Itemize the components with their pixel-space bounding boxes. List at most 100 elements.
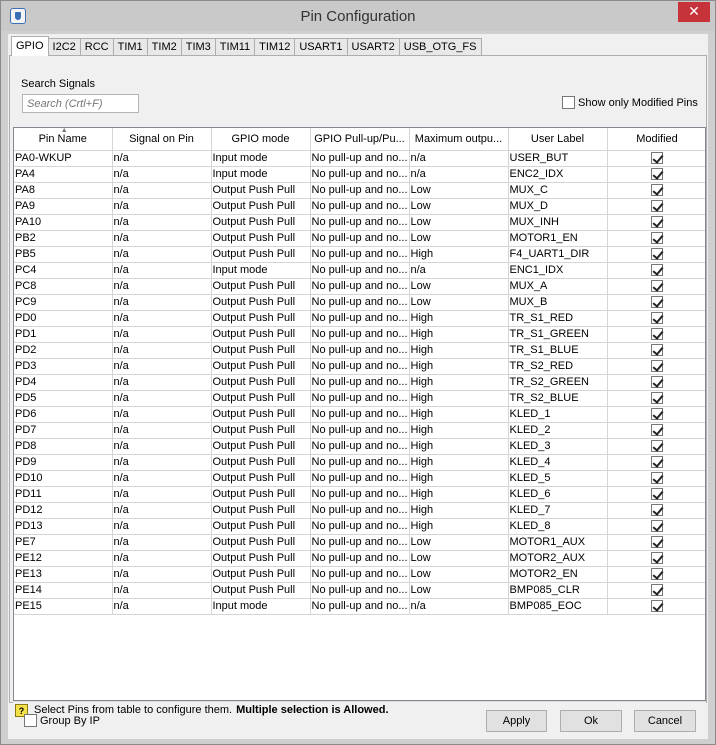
table-row[interactable]: PA0-WKUP n/a Input mode No pull-up and no..… xyxy=(14,150,705,167)
modified-cell xyxy=(607,598,705,615)
table-cell: Low xyxy=(409,230,509,247)
table-cell: TR_S2_BLUE xyxy=(508,390,608,407)
table-row[interactable]: PA10 n/a Output Push Pull No pull-up and no… xyxy=(14,214,705,231)
table-row[interactable]: PD6 n/a Output Push Pull No pull-up and no.… xyxy=(14,406,705,423)
table-cell: n/a xyxy=(112,454,212,471)
table-row[interactable]: PD10 n/a Output Push Pull No pull-up and no… xyxy=(14,470,705,487)
column-header[interactable]: GPIO Pull-up/Pu... xyxy=(310,128,410,151)
tab-usart1[interactable]: USART1 xyxy=(294,38,348,56)
show-modified-toggle[interactable]: Show only Modified Pins xyxy=(562,96,698,109)
group-by-ip-toggle[interactable]: Group By IP xyxy=(24,714,100,727)
tab-tim12[interactable]: TIM12 xyxy=(254,38,296,56)
group-by-ip-checkbox[interactable] xyxy=(24,714,37,727)
table-row[interactable]: PD11 n/a Output Push Pull No pull-up and no… xyxy=(14,486,705,503)
close-button[interactable]: ✕ xyxy=(678,2,710,22)
table-row[interactable]: PE14 n/a Output Push Pull No pull-up and no… xyxy=(14,582,705,599)
table-cell: Output Push Pull xyxy=(211,582,311,599)
apply-button[interactable]: Apply xyxy=(486,710,547,732)
modified-cell xyxy=(607,582,705,599)
table-cell: Low xyxy=(409,182,509,199)
table-row[interactable]: PC8 n/a Output Push Pull No pull-up and no.… xyxy=(14,278,705,295)
modified-cell xyxy=(607,182,705,199)
tab-tim1[interactable]: TIM1 xyxy=(112,38,148,56)
table-cell: No pull-up and no... xyxy=(310,534,410,551)
table-row[interactable]: PA9 n/a Output Push Pull No pull-up and no.… xyxy=(14,198,705,215)
table-cell: Input mode xyxy=(211,598,311,615)
tab-gpio[interactable]: GPIO xyxy=(11,36,49,56)
table-cell: High xyxy=(409,422,509,439)
tab-tim2[interactable]: TIM2 xyxy=(146,38,182,56)
table-cell: No pull-up and no... xyxy=(310,278,410,295)
column-header[interactable]: User Label xyxy=(508,128,608,151)
column-header[interactable]: Maximum outpu... xyxy=(409,128,509,151)
tab-i2c2[interactable]: I2C2 xyxy=(47,38,81,56)
cancel-button[interactable]: Cancel xyxy=(634,710,696,732)
table-row[interactable]: PD12 n/a Output Push Pull No pull-up and no… xyxy=(14,502,705,519)
table-row[interactable]: PA8 n/a Output Push Pull No pull-up and no.… xyxy=(14,182,705,199)
table-cell: No pull-up and no... xyxy=(310,566,410,583)
table-row[interactable]: PD3 n/a Output Push Pull No pull-up and no.… xyxy=(14,358,705,375)
table-row[interactable]: PD4 n/a Output Push Pull No pull-up and no.… xyxy=(14,374,705,391)
table-cell: MOTOR2_AUX xyxy=(508,550,608,567)
table-row[interactable]: PE13 n/a Output Push Pull No pull-up and no… xyxy=(14,566,705,583)
table-cell: PA8 xyxy=(14,182,113,199)
table-cell: PB5 xyxy=(14,246,113,263)
table-row[interactable]: PD7 n/a Output Push Pull No pull-up and no.… xyxy=(14,422,705,439)
table-cell: n/a xyxy=(112,502,212,519)
table-row[interactable]: PD1 n/a Output Push Pull No pull-up and no.… xyxy=(14,326,705,343)
table-cell: No pull-up and no... xyxy=(310,550,410,567)
modified-cell xyxy=(607,150,705,167)
table-row[interactable]: PD5 n/a Output Push Pull No pull-up and no.… xyxy=(14,390,705,407)
table-row[interactable]: PE12 n/a Output Push Pull No pull-up and no… xyxy=(14,550,705,567)
table-row[interactable]: PD0 n/a Output Push Pull No pull-up and no.… xyxy=(14,310,705,327)
table-cell: n/a xyxy=(409,166,509,183)
table-cell: Output Push Pull xyxy=(211,454,311,471)
table-row[interactable]: PD13 n/a Output Push Pull No pull-up and no… xyxy=(14,518,705,535)
modified-cell xyxy=(607,534,705,551)
table-row[interactable]: PE15 n/a Input mode No pull-up and no... n/a… xyxy=(14,598,705,615)
table-cell: Output Push Pull xyxy=(211,230,311,247)
table-cell: Output Push Pull xyxy=(211,198,311,215)
table-row[interactable]: PC9 n/a Output Push Pull No pull-up and no.… xyxy=(14,294,705,311)
table-row[interactable]: PD9 n/a Output Push Pull No pull-up and no.… xyxy=(14,454,705,471)
table-cell: No pull-up and no... xyxy=(310,406,410,423)
modified-cell xyxy=(607,486,705,503)
tab-rcc[interactable]: RCC xyxy=(79,38,114,56)
column-header-label: GPIO mode xyxy=(231,132,290,145)
tab-usb-otg-fs[interactable]: USB_OTG_FS xyxy=(398,38,482,56)
column-header[interactable]: Signal on Pin xyxy=(112,128,212,151)
table-cell: PA10 xyxy=(14,214,113,231)
search-input[interactable] xyxy=(22,94,139,113)
table-cell: PE7 xyxy=(14,534,113,551)
column-header-label: Maximum outpu... xyxy=(414,132,503,145)
show-modified-checkbox[interactable] xyxy=(562,96,575,109)
column-header[interactable]: Pin Name ▲ xyxy=(14,128,113,151)
table-row[interactable]: PE7 n/a Output Push Pull No pull-up and no.… xyxy=(14,534,705,551)
table-cell: MUX_B xyxy=(508,294,608,311)
title-bar[interactable]: Pin Configuration ✕ xyxy=(1,1,715,31)
table-cell: High xyxy=(409,486,509,503)
table-cell: n/a xyxy=(112,342,212,359)
table-row[interactable]: PD8 n/a Output Push Pull No pull-up and no.… xyxy=(14,438,705,455)
table-cell: Low xyxy=(409,550,509,567)
table-row[interactable]: PD2 n/a Output Push Pull No pull-up and no.… xyxy=(14,342,705,359)
table-cell: Output Push Pull xyxy=(211,278,311,295)
table-cell: n/a xyxy=(112,582,212,599)
table-row[interactable]: PB2 n/a Output Push Pull No pull-up and no.… xyxy=(14,230,705,247)
table-row[interactable]: PC4 n/a Input mode No pull-up and no... n/a E… xyxy=(14,262,705,279)
pin-table: Pin Name ▲ Signal on Pin GPIO mode GPIO Pull… xyxy=(13,127,706,701)
tab-tim3[interactable]: TIM3 xyxy=(180,38,216,56)
ok-button[interactable]: Ok xyxy=(560,710,622,732)
table-cell: No pull-up and no... xyxy=(310,454,410,471)
tab-usart2[interactable]: USART2 xyxy=(346,38,400,56)
column-header[interactable]: Modified xyxy=(607,128,705,151)
column-header[interactable]: GPIO mode xyxy=(211,128,311,151)
table-cell: PD6 xyxy=(14,406,113,423)
table-cell: No pull-up and no... xyxy=(310,358,410,375)
table-cell: n/a xyxy=(112,422,212,439)
table-row[interactable]: PA4 n/a Input mode No pull-up and no... n/a E… xyxy=(14,166,705,183)
table-cell: n/a xyxy=(409,150,509,167)
table-cell: TR_S1_BLUE xyxy=(508,342,608,359)
table-row[interactable]: PB5 n/a Output Push Pull No pull-up and no.… xyxy=(14,246,705,263)
tab-tim11[interactable]: TIM11 xyxy=(214,38,256,56)
